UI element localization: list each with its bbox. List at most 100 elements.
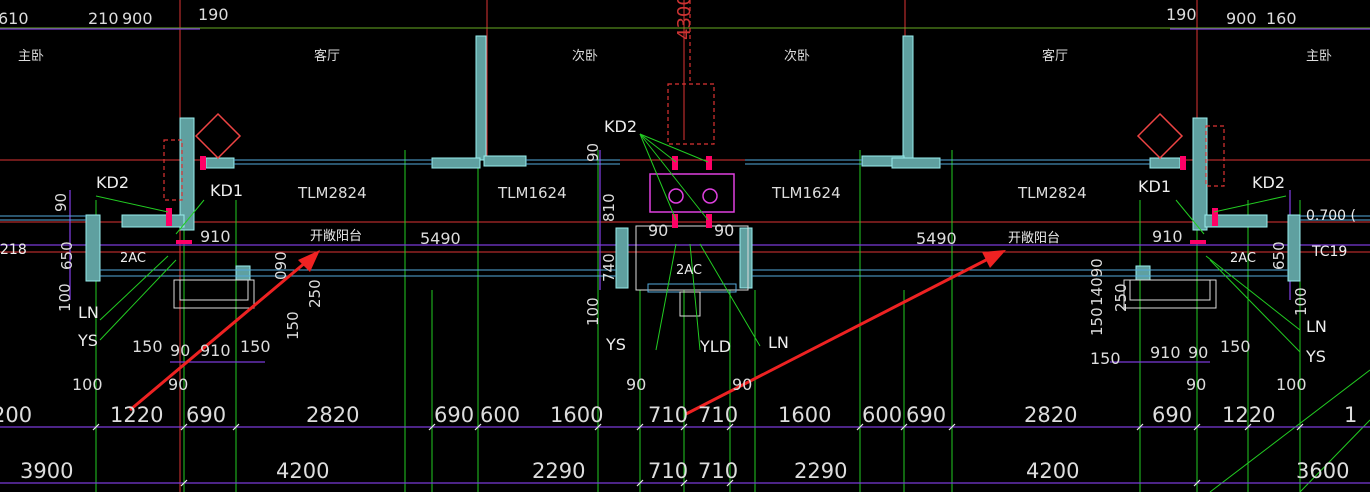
center-ac-units (649, 173, 735, 213)
chain1-690-right-2: 690 (1152, 403, 1192, 427)
dim-100-right: 100 (1276, 375, 1307, 394)
room-label-master-left: 主卧 (18, 49, 44, 64)
dim-center-90-r: 90 (714, 221, 734, 240)
dim-top-190-right: 190 (1166, 5, 1197, 24)
callout-kd2-right: KD2 (1252, 173, 1285, 192)
chain1-1-right: 1 (1344, 403, 1357, 427)
callout-kd2-center: KD2 (604, 117, 637, 136)
chain1-2820-right: 2820 (1024, 403, 1077, 427)
dim-v650-right: 650 (1270, 241, 1288, 270)
red-annotation-arrows (129, 250, 1006, 416)
dim-v250-left: 250 (306, 279, 324, 308)
dim-c90: 90 (584, 143, 602, 162)
chain2-710-right: 710 (698, 459, 738, 483)
dim-v100-left: 100 (56, 283, 74, 312)
dim-5490-left: 5490 (420, 229, 461, 248)
dim-v100-right: 100 (1292, 287, 1310, 316)
dim-c740: 740 (600, 253, 618, 282)
door-tag-tlm1624-right: TLM1624 (771, 184, 841, 202)
dim-center-90-l: 90 (648, 221, 668, 240)
chain1-690-left-1: 690 (186, 403, 226, 427)
room-label-second-left: 次卧 (572, 48, 598, 64)
callout-kd2-left: KD2 (96, 173, 129, 192)
room-label-second-right: 次卧 (784, 48, 810, 64)
callout-ac-right: 2AC (1230, 251, 1256, 266)
room-label-master-right: 主卧 (1306, 49, 1332, 64)
dim-90-right-b: 90 (1186, 375, 1206, 394)
balcony-label-left: 开敞阳台 (310, 228, 362, 244)
chain2-710-left: 710 (648, 459, 688, 483)
vertical-dimension-texts: 4300 90 650 100 090 250 150 90 810 740 1… (52, 0, 1310, 340)
callout-ys-left: YS (77, 331, 98, 350)
dim-center-90-bl: 90 (626, 375, 646, 394)
leader-lines (95, 133, 1301, 353)
dim-150-right-b: 150 (1220, 337, 1251, 356)
dim-910-left: 910 (200, 227, 231, 246)
dim-top-610: 610 (0, 9, 29, 28)
callout-ac-center: 2AC (676, 263, 702, 278)
dim-100-left: 100 (72, 375, 103, 394)
chain2-3600: 3600 (1296, 459, 1349, 483)
chain2-2290-left: 2290 (532, 459, 585, 483)
callout-ys-right: YS (1305, 347, 1326, 366)
callout-ln-center: LN (768, 333, 789, 352)
walls (85, 35, 1301, 289)
dim-v90-left: 90 (52, 193, 70, 212)
dim-top-160: 160 (1266, 9, 1297, 28)
door-tag-tlm1624-left: TLM1624 (497, 184, 567, 202)
dim-v090-left: 090 (272, 251, 290, 280)
dim-top-900-right: 900 (1226, 9, 1257, 28)
dim-v150-left: 150 (284, 311, 302, 340)
dim-150-left-b: 150 (240, 337, 271, 356)
dim-top-210: 210 (88, 9, 119, 28)
dim-90-left-a: 90 (170, 341, 190, 360)
balcony-label-right: 开敞阳台 (1008, 230, 1060, 246)
room-label-living-left: 客厅 (314, 48, 340, 64)
dimension-chain-1: 200 1220 690 2820 690 600 1600 710 710 1… (0, 403, 1357, 427)
chain1-710-left: 710 (648, 403, 688, 427)
callout-ln-right: LN (1306, 317, 1327, 336)
dimension-texts: 610 210 900 190 190 900 160 910 5490 549… (0, 5, 1307, 394)
chain2-2290-right: 2290 (794, 459, 847, 483)
dim-center-90-br: 90 (732, 375, 752, 394)
dim-v150-right: 150 (1088, 307, 1106, 336)
door-tag-tlm2824-left: TLM2824 (297, 184, 367, 202)
chain1-1220-left: 1220 (110, 403, 163, 427)
dim-top-190-left: 190 (198, 5, 229, 24)
callout-ys-center: YS (605, 335, 626, 354)
chain1-600-right: 600 (862, 403, 902, 427)
callout-ln-left: LN (78, 303, 99, 322)
room-label-living-right: 客厅 (1042, 48, 1068, 64)
dim-v250-right: 250 (1112, 283, 1130, 312)
dim-910-left-b: 910 (200, 341, 231, 360)
chain1-690-right-1: 690 (906, 403, 946, 427)
chain1-1600-left: 1600 (550, 403, 603, 427)
dim-910-right: 910 (1152, 227, 1183, 246)
chain2-4200-right: 4200 (1026, 459, 1079, 483)
door-tag-tlm2824-right: TLM2824 (1017, 184, 1087, 202)
cad-drawing-canvas[interactable]: 主卧 客厅 次卧 次卧 客厅 主卧 TLM2824 TLM1624 TLM162… (0, 0, 1370, 492)
callout-218: 218 (0, 242, 27, 258)
dim-top-4300: 4300 (674, 0, 695, 40)
chain1-690-left-2: 690 (434, 403, 474, 427)
room-labels: 主卧 客厅 次卧 次卧 客厅 主卧 (18, 48, 1332, 64)
dim-c810: 810 (600, 193, 618, 222)
chain1-1600-right: 1600 (778, 403, 831, 427)
callout-tc19: TC19 (1311, 244, 1347, 260)
dim-150-right: 150 (1090, 349, 1121, 368)
chain1-600-left: 600 (480, 403, 520, 427)
callout-elevation: 0.700 ( (1306, 208, 1356, 224)
callout-ac-left: 2AC (120, 251, 146, 266)
dim-top-900-left: 900 (122, 9, 153, 28)
dim-c100: 100 (584, 297, 602, 326)
callout-yld-center: YLD (699, 337, 731, 356)
dimension-chain-2: 3900 4200 2290 710 710 2290 4200 3600 (20, 459, 1349, 483)
chain2-4200-left: 4200 (276, 459, 329, 483)
chain1-1220-right: 1220 (1222, 403, 1275, 427)
chain1-200: 200 (0, 403, 32, 427)
dim-5490-right: 5490 (916, 229, 957, 248)
dim-150-left: 150 (132, 337, 163, 356)
callout-kd1-right: KD1 (1138, 177, 1171, 196)
dim-v14090: 14090 (1088, 258, 1106, 306)
diamond-fixtures (194, 112, 1184, 160)
